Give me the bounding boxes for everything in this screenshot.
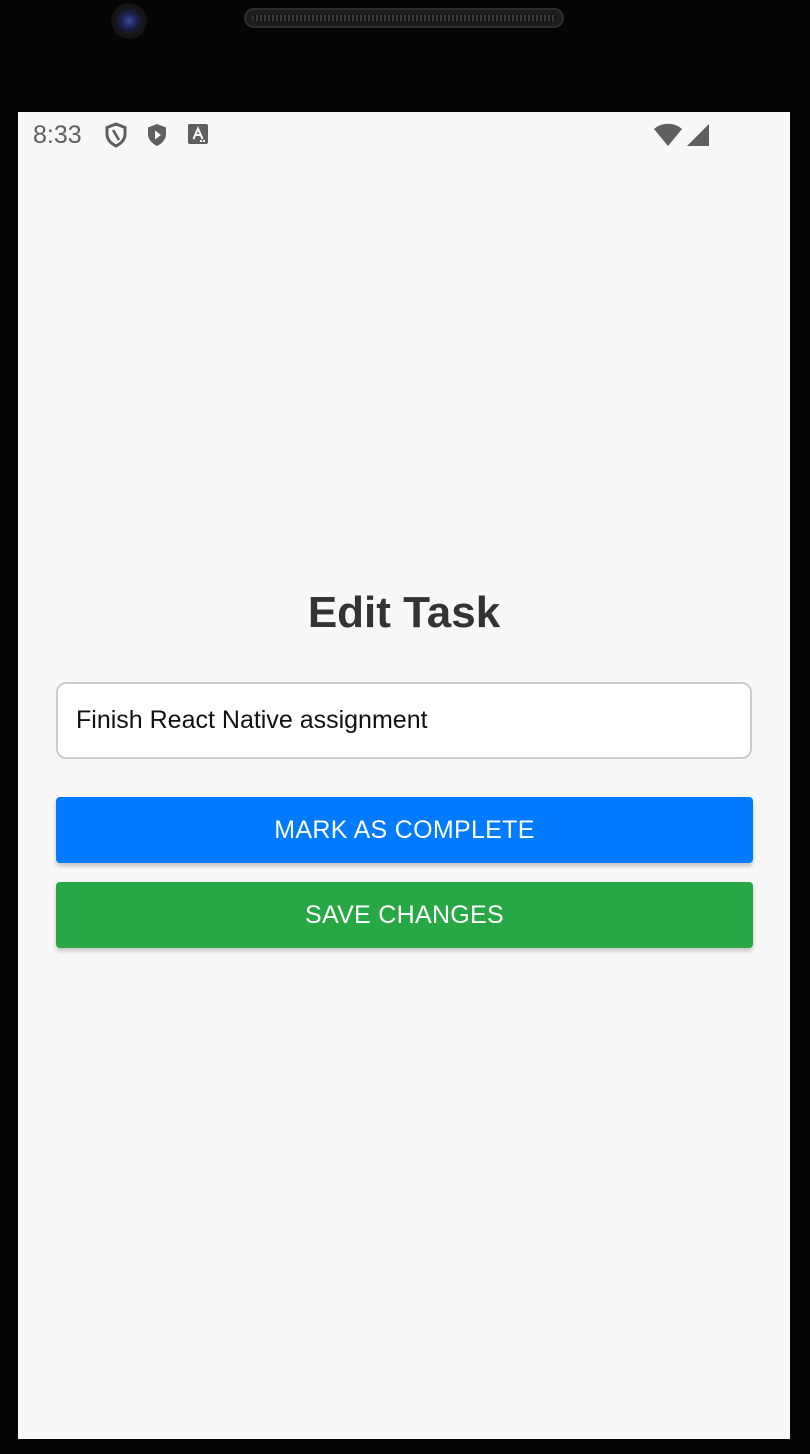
wifi-icon	[653, 123, 683, 152]
cellular-signal-icon	[686, 123, 710, 152]
shield-play-icon	[145, 122, 169, 153]
app-screen: 8:33 Edit Task Finish React Native assig…	[18, 112, 790, 1439]
phone-frame: 8:33 Edit Task Finish React Native assig…	[0, 0, 810, 1454]
font-a-icon	[188, 124, 208, 149]
mark-as-complete-button[interactable]: MARK AS COMPLETE	[56, 797, 753, 863]
status-bar: 8:33	[18, 112, 790, 158]
front-camera	[111, 3, 147, 39]
task-title-input[interactable]	[56, 682, 752, 759]
page-title: Edit Task	[307, 588, 501, 637]
save-changes-button[interactable]: SAVE CHANGES	[56, 882, 753, 948]
shield-outline-icon	[104, 122, 128, 153]
status-time: 8:33	[33, 121, 82, 149]
earpiece-speaker	[244, 8, 564, 28]
